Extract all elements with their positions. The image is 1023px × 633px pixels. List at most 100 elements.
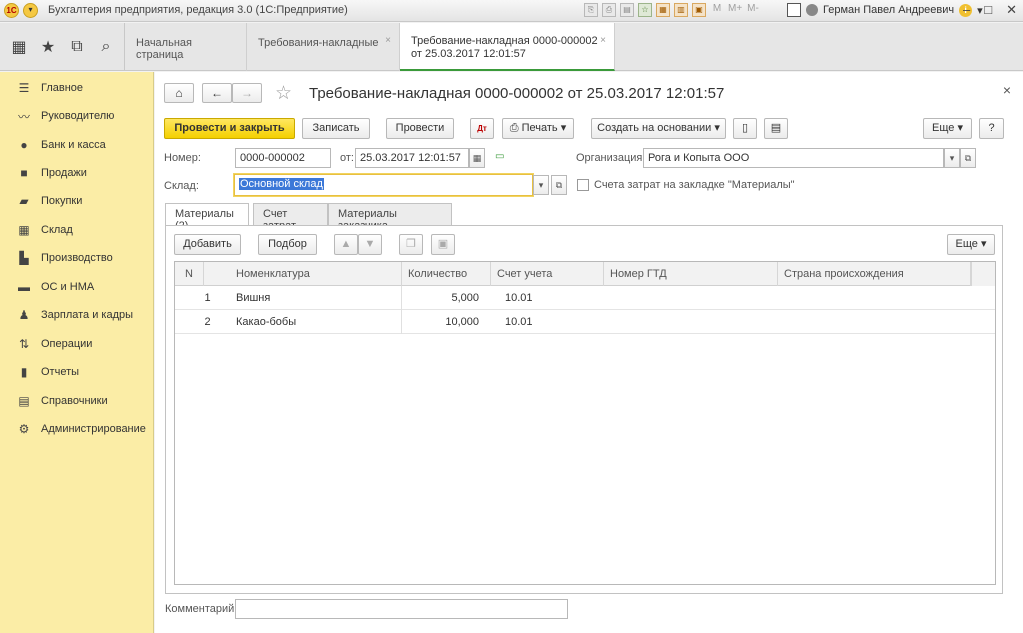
column-country[interactable]: Страна происхождения <box>778 262 971 286</box>
tab-label-date: от 25.03.2017 12:01:57 <box>411 48 526 60</box>
favorites-icon[interactable]: ☆ <box>638 3 652 17</box>
calendar-icon[interactable]: ▣ <box>692 3 706 17</box>
date-field[interactable]: 25.03.2017 12:01:57 <box>355 148 469 168</box>
save-button[interactable]: Записать <box>302 118 370 139</box>
close-form-icon[interactable]: × <box>1003 82 1011 98</box>
print-icon[interactable]: ⎙ <box>602 3 616 17</box>
back-button[interactable]: ← <box>202 83 232 103</box>
tab-label: Начальная страница <box>136 37 192 61</box>
organization-label: Организация: <box>576 152 646 164</box>
memory-plus-icon[interactable]: M+ <box>728 3 742 17</box>
link-icon[interactable]: ⎘ <box>584 3 598 17</box>
apps-grid-icon[interactable]: ▦ <box>10 37 28 57</box>
favorite-star-icon[interactable]: ☆ <box>275 82 292 105</box>
maximize-icon[interactable]: □ <box>984 2 992 18</box>
table-row[interactable]: 1 Вишня 5,000 10.01 <box>175 286 995 310</box>
move-down-icon[interactable]: ▼ <box>358 234 382 255</box>
column-quantity[interactable]: Количество <box>402 262 491 286</box>
sidebar-item-bank[interactable]: ● Банк и касса <box>0 134 154 156</box>
sections-panel: ☰ Главное 〰 Руководителю ● Банк и касса … <box>0 72 154 633</box>
minimize-icon[interactable]: – <box>963 2 970 18</box>
column-gtd[interactable]: Номер ГТД <box>604 262 778 286</box>
tab-label: Требования-накладные <box>258 37 379 49</box>
search-icon[interactable]: ⌕ <box>97 38 115 56</box>
organization-field[interactable]: Рога и Копыта ООО <box>643 148 944 168</box>
sidebar-item-salary[interactable]: ♟ Зарплата и кадры <box>0 304 154 326</box>
add-button[interactable]: Добавить <box>174 234 241 255</box>
menu-icon: ☰ <box>18 81 30 95</box>
star-icon[interactable]: ★ <box>39 37 57 57</box>
table-row[interactable]: 2 Какао-бобы 10,000 10.01 <box>175 310 995 334</box>
tab-customer-materials[interactable]: Материалы заказчика <box>328 203 452 232</box>
forward-button[interactable]: → <box>232 83 262 103</box>
close-tab-icon[interactable]: × <box>385 35 391 46</box>
factory-icon: ▙ <box>19 251 29 265</box>
pending-icon[interactable]: ▭ <box>495 151 504 162</box>
cost-accounts-checkbox[interactable] <box>577 179 589 191</box>
number-field[interactable]: 0000-000002 <box>235 148 331 168</box>
more-button[interactable]: Еще ▾ <box>923 118 972 139</box>
paste-icon[interactable]: ▣ <box>431 234 455 255</box>
sidebar-item-admin[interactable]: ⚙ Администрирование <box>0 418 154 440</box>
sidebar-item-purchases[interactable]: ▰ Покупки <box>0 190 154 212</box>
sidebar-item-manager[interactable]: 〰 Руководителю <box>0 105 154 127</box>
move-up-icon[interactable]: ▲ <box>334 234 358 255</box>
sidebar-item-catalogs[interactable]: ▤ Справочники <box>0 390 154 412</box>
warehouse-dropdown-icon[interactable]: ▾ <box>533 175 549 195</box>
sidebar-item-operations[interactable]: ⇅ Операции <box>0 333 154 355</box>
sidebar-item-warehouse[interactable]: ▦ Склад <box>0 219 154 241</box>
warehouse-value: Основной склад <box>239 178 324 190</box>
comment-field[interactable] <box>235 599 568 619</box>
sidebar-item-fixed-assets[interactable]: ▬ ОС и НМА <box>0 276 154 298</box>
memory-minus-icon[interactable]: M- <box>746 3 760 17</box>
sidebar-item-reports[interactable]: ▮ Отчеты <box>0 361 154 383</box>
app-logo-icon[interactable]: 1С <box>4 3 19 18</box>
warehouse-icon: ▦ <box>18 223 30 237</box>
trend-icon: 〰 <box>17 109 30 124</box>
panels-icon[interactable] <box>787 3 801 17</box>
user-name[interactable]: Герман Павел Андреевич <box>823 4 954 16</box>
copy-icon[interactable]: ❐ <box>399 234 423 255</box>
home-button[interactable]: ⌂ <box>164 83 194 103</box>
calendar-icon[interactable]: ▦ <box>469 148 485 168</box>
warehouse-open-icon[interactable]: ⧉ <box>551 175 567 195</box>
accounting-entries-icon[interactable]: Дт <box>470 118 494 139</box>
history-icon[interactable]: ▦ <box>656 3 670 17</box>
memory-m-icon[interactable]: M <box>710 3 724 17</box>
document-icon[interactable]: ▯ <box>733 118 757 139</box>
person-icon: ♟ <box>18 308 30 322</box>
sidebar-item-sales[interactable]: ■ Продажи <box>0 162 154 184</box>
tab-requisitions[interactable]: Требования-накладные × <box>247 23 400 71</box>
post-and-close-button[interactable]: Провести и закрыть <box>164 118 295 139</box>
organization-dropdown-icon[interactable]: ▾ <box>944 148 960 168</box>
sidebar-item-main[interactable]: ☰ Главное <box>0 77 154 99</box>
help-button[interactable]: ? <box>979 118 1004 139</box>
history-icon[interactable]: ⧉ <box>68 38 86 56</box>
print-button[interactable]: ⎙ Печать ▾ <box>502 118 574 139</box>
column-account[interactable]: Счет учета <box>491 262 604 286</box>
bag-icon: ■ <box>20 166 28 180</box>
tab-materials[interactable]: Материалы (2) <box>165 203 249 232</box>
close-tab-icon[interactable]: × <box>600 35 606 46</box>
pick-button[interactable]: Подбор <box>258 234 317 255</box>
table-more-button[interactable]: Еще ▾ <box>947 234 995 255</box>
tab-home[interactable]: Начальная страница <box>125 23 247 71</box>
preview-icon[interactable]: ▤ <box>620 3 634 17</box>
column-item[interactable]: Номенклатура <box>204 262 402 286</box>
close-window-icon[interactable]: ✕ <box>1006 2 1017 18</box>
create-based-on-button[interactable]: Создать на основании ▾ <box>591 118 726 139</box>
calculator-icon[interactable]: ▥ <box>674 3 688 17</box>
user-area: Герман Павел Андреевич i ▾ <box>787 3 983 17</box>
post-button[interactable]: Провести <box>386 118 454 139</box>
page-title: Требование-накладная 0000-000002 от 25.0… <box>309 85 725 102</box>
bar-chart-icon: ▮ <box>20 365 28 379</box>
organization-open-icon[interactable]: ⧉ <box>960 148 976 168</box>
sidebar-item-production[interactable]: ▙ Производство <box>0 247 154 269</box>
column-n[interactable]: N <box>175 262 204 286</box>
tab-cost-account[interactable]: Счет затрат <box>253 203 328 232</box>
main-menu-icon[interactable]: ▾ <box>23 3 38 18</box>
title-bar: 1С ▾ Бухгалтерия предприятия, редакция 3… <box>0 0 1023 22</box>
tab-requisition-doc[interactable]: Требование-накладная 0000-000002 от 25.0… <box>400 23 615 71</box>
structure-icon[interactable]: ▤ <box>764 118 788 139</box>
warehouse-field[interactable]: Основной склад <box>234 174 533 196</box>
